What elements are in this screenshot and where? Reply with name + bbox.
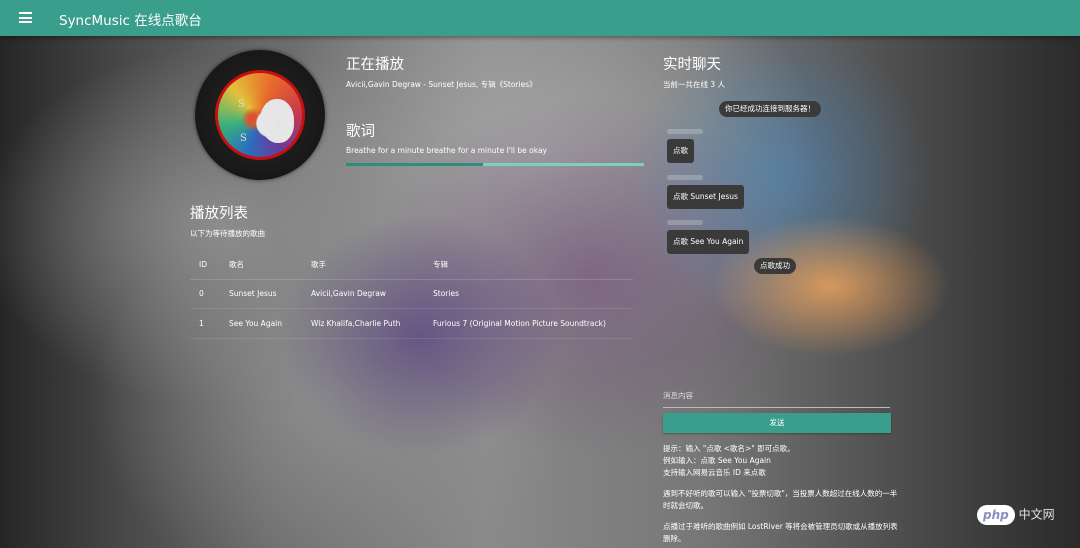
tip-line: 例如输入：点歌 See You Again: [663, 456, 771, 465]
system-message: 点歌成功: [754, 258, 796, 274]
column-header-id: ID: [199, 259, 207, 269]
cell-id: 0: [199, 289, 204, 299]
table-header-row: ID 歌名 歌手 专辑: [190, 250, 633, 279]
chat-message: 点歌: [667, 139, 694, 163]
online-count: 当前一共在线 3 人: [663, 80, 726, 89]
cell-album: Stories: [433, 289, 459, 299]
cell-name: Sunset Jesus: [229, 289, 277, 299]
system-message: 你已经成功连接到服务器！: [719, 101, 821, 117]
send-button[interactable]: 发送: [663, 413, 891, 433]
table-row: 0 Sunset Jesus Avicii,Gavin Degraw Stori…: [190, 279, 633, 309]
chat-message: 点歌 See You Again: [667, 230, 750, 254]
playlist-heading: 播放列表: [190, 206, 248, 222]
message-input[interactable]: 消息内容: [663, 388, 890, 408]
cell-id: 1: [199, 318, 204, 328]
playback-progress-fill: [346, 163, 484, 166]
now-playing-heading: 正在播放: [346, 57, 404, 73]
tip-line: 支持输入网易云音乐 ID 来点歌: [663, 468, 766, 477]
cell-name: See You Again: [229, 318, 283, 328]
watermark-text: 中文网: [1018, 507, 1055, 522]
table-row: 1 See You Again Wiz Khalifa,Charlie Puth…: [190, 309, 633, 338]
php-logo: php: [977, 505, 1015, 525]
lyrics-heading: 歌词: [346, 124, 375, 140]
sender-name-blurred: [667, 129, 703, 134]
cell-artist: Wiz Khalifa,Charlie Puth: [311, 318, 401, 328]
playlist-subtitle: 以下为等待播放的歌曲: [190, 229, 265, 238]
chat-heading: 实时聊天: [663, 57, 721, 73]
album-cover-image: S C S: [215, 70, 305, 160]
album-disc: S C S: [195, 50, 325, 180]
sender-name-blurred: [667, 175, 703, 180]
column-header-name: 歌名: [229, 259, 244, 269]
watermark: php 中文网: [977, 505, 1067, 529]
now-playing-info: Avicii,Gavin Degraw - Sunset Jesus, 专辑《S…: [346, 80, 537, 89]
tip-line: 提示：输入 "点歌 <歌名>" 即可点歌。: [663, 444, 795, 453]
tip-paragraph: 遇到不好听的歌可以输入 "投票切歌"，当投票人数超过在线人数的一半时就会切歌。: [663, 489, 898, 510]
app-title: SyncMusic 在线点歌台: [59, 13, 202, 29]
playlist-table: ID 歌名 歌手 专辑 0 Sunset Jesus Avicii,Gavin …: [190, 250, 633, 339]
cell-artist: Avicii,Gavin Degraw: [311, 289, 386, 299]
cell-album: Furious 7 (Original Motion Picture Sound…: [433, 318, 606, 328]
app-bar: SyncMusic 在线点歌台: [0, 0, 1080, 36]
lyrics-line: Breathe for a minute breathe for a minut…: [346, 146, 547, 155]
column-header-artist: 歌手: [311, 259, 326, 269]
column-header-album: 专辑: [433, 259, 448, 269]
chat-message: 点歌 Sunset Jesus: [667, 185, 744, 209]
playback-progress-bar: [346, 163, 644, 166]
menu-icon[interactable]: [19, 12, 32, 23]
sender-name-blurred: [667, 220, 703, 225]
tip-paragraph: 点播过于难听的歌曲例如 LostRiver 等将会被管理员切歌或从播放列表删除。: [663, 522, 898, 543]
